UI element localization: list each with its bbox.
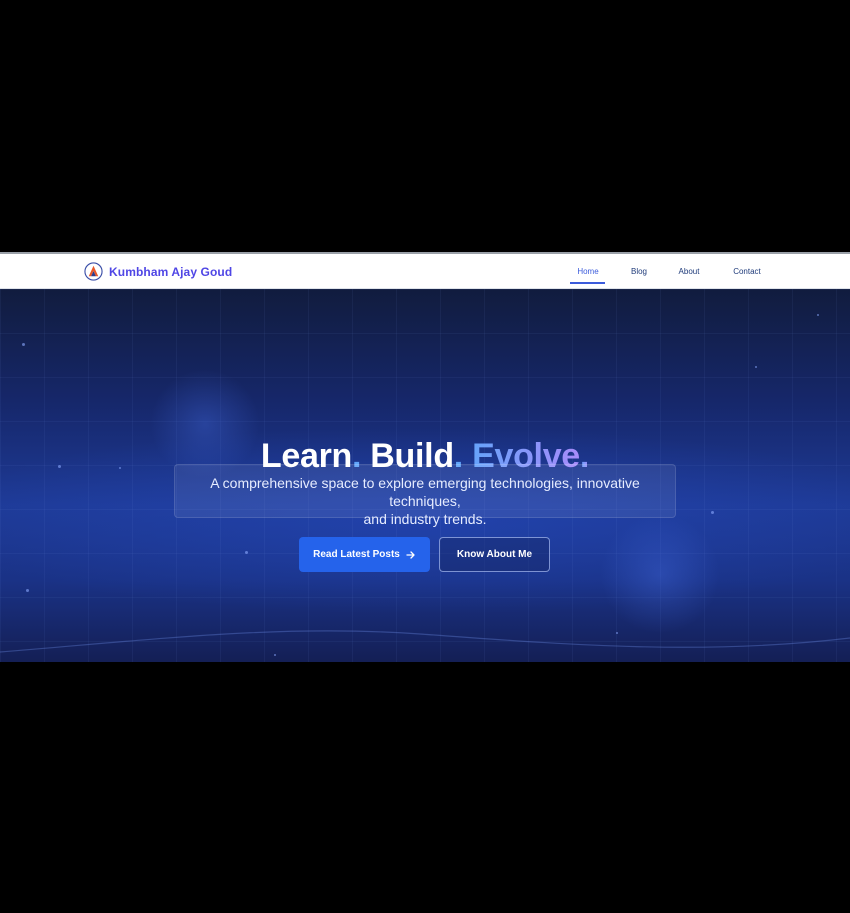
particle — [22, 343, 25, 346]
hero-subtitle: A comprehensive space to explore emergin… — [175, 474, 675, 528]
know-about-me-label: Know About Me — [456, 549, 533, 560]
subtitle-line-1: A comprehensive space to explore emergin… — [210, 475, 640, 509]
nav-about[interactable]: About — [672, 254, 706, 289]
read-latest-posts-button[interactable]: Read Latest Posts — [299, 537, 430, 572]
brand[interactable]: Kumbham Ajay Goud — [84, 262, 232, 281]
hero-wave-divider — [0, 630, 850, 653]
hero-subtitle-box: A comprehensive space to explore emergin… — [174, 464, 676, 527]
nav-blog[interactable]: Blog — [624, 254, 654, 289]
know-about-me-button[interactable]: Know About Me — [439, 537, 550, 572]
hero-glow-right — [600, 514, 720, 634]
subtitle-line-2: and industry trends. — [363, 511, 487, 527]
particle — [26, 589, 29, 592]
nav-contact[interactable]: Contact — [726, 254, 768, 289]
active-nav-indicator — [570, 282, 605, 284]
browser-viewport: Kumbham Ajay Goud Home Blog About Contac… — [0, 252, 850, 662]
triangle-logo-icon — [84, 262, 103, 281]
hero-section: Learn. Build. Evolve. A comprehensive sp… — [0, 289, 850, 662]
particle — [711, 511, 714, 514]
navbar: Kumbham Ajay Goud Home Blog About Contac… — [0, 254, 850, 289]
nav-home[interactable]: Home — [570, 254, 606, 289]
particle — [755, 366, 757, 368]
brand-name: Kumbham Ajay Goud — [109, 264, 233, 279]
particle — [817, 314, 819, 316]
arrow-right-icon — [406, 550, 415, 559]
particle — [245, 551, 248, 554]
read-latest-posts-label: Read Latest Posts — [313, 549, 400, 560]
